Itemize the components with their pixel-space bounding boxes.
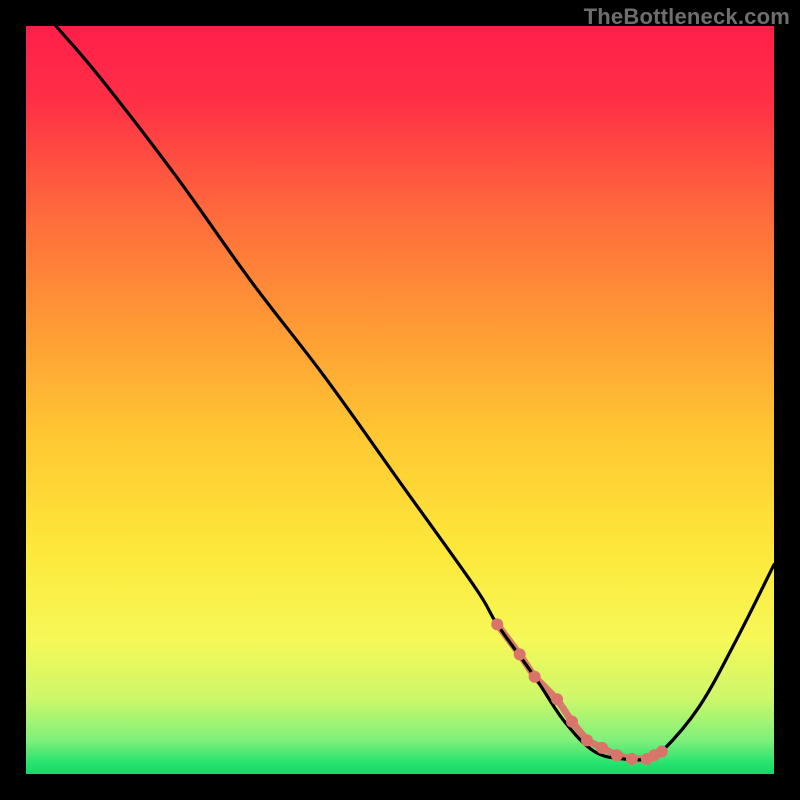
bottleneck-curve [56,26,774,760]
chart-svg [26,26,774,774]
plot-area [26,26,774,774]
watermark-text: TheBottleneck.com [584,4,790,30]
valley-points [491,618,668,765]
chart-frame: TheBottleneck.com [0,0,800,800]
